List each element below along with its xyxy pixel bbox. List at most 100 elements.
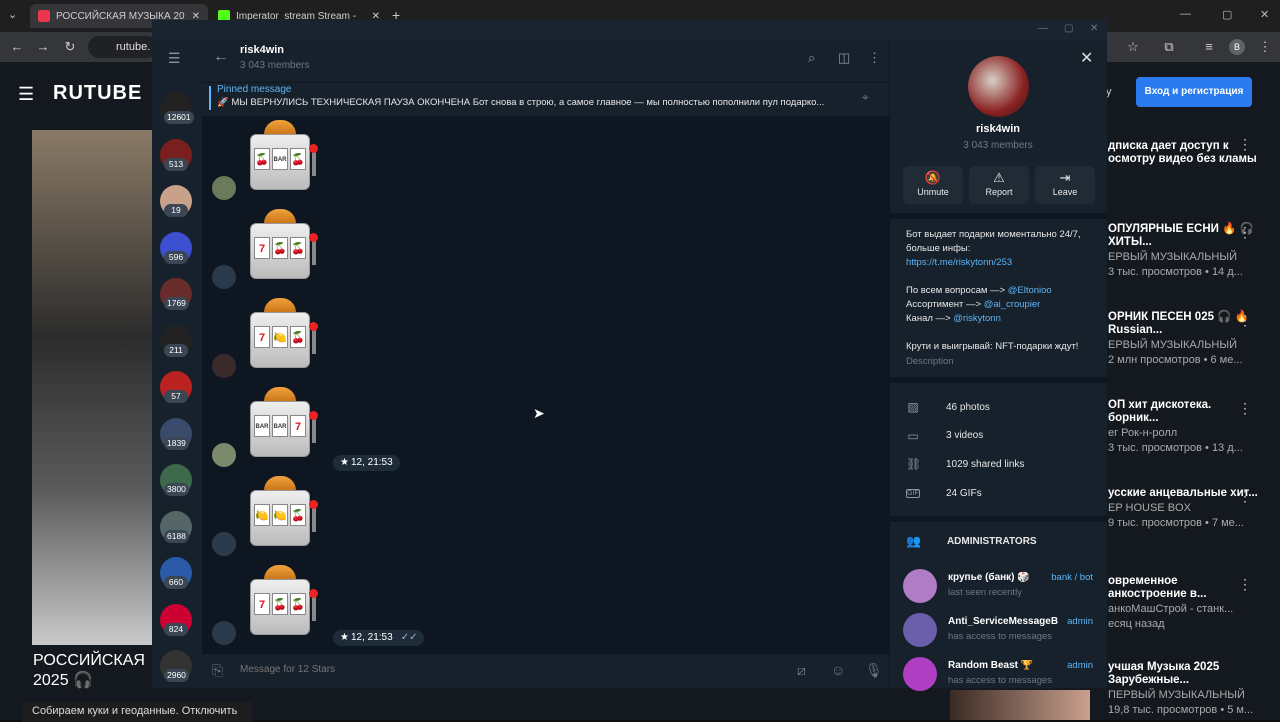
maximize-icon[interactable]: ▢ <box>1222 8 1232 21</box>
more-icon[interactable]: ⋮ <box>1238 224 1252 241</box>
address-bar[interactable]: rutube. <box>88 36 158 58</box>
microphone-icon[interactable]: 🎙 <box>865 662 883 679</box>
unmute-button[interactable]: 🔕 Unmute <box>903 166 963 204</box>
shared-media-label: 24 GIFs <box>946 487 982 499</box>
browser-menu-icon[interactable]: ⋮ <box>1256 38 1274 56</box>
shared-media-row[interactable]: ⛓ 1029 shared links <box>906 454 1024 474</box>
sender-avatar[interactable] <box>212 621 236 645</box>
channel-avatar[interactable] <box>968 56 1029 117</box>
minimize-icon[interactable]: — <box>1180 8 1191 20</box>
chat-member-count: 3 043 members <box>240 60 310 71</box>
bookmark-star-icon[interactable]: ☆ <box>1124 38 1142 56</box>
slot-machine-sticker[interactable]: 🍒 BAR 🍒 <box>248 120 322 196</box>
bot-commands-icon[interactable]: ⧄ <box>797 662 806 679</box>
slot-reel: 🍒 <box>254 148 270 170</box>
slot-machine-sticker[interactable]: 🍋 🍋 🍒 <box>248 476 322 552</box>
more-icon[interactable]: ⋮ <box>1238 400 1252 417</box>
slot-machine-sticker[interactable]: 7 🍋 🍒 <box>248 298 322 374</box>
administrators-header: 👥 ADMINISTRATORS <box>906 534 1037 548</box>
side-channel: анкоМашСтрой - станк... <box>1108 603 1234 615</box>
back-icon[interactable]: ← <box>8 38 26 56</box>
side-video[interactable]: ОПУЛЯРНЫЕ ЕСНИ 🔥 🎧 ХИТЫ... ЕРВЫЙ МУЗЫКАЛЬ… <box>1108 223 1258 279</box>
admin-row[interactable]: Random Beast 🏆 has access to messages admi… <box>903 657 1103 695</box>
search-icon[interactable]: ⌕ <box>808 50 815 66</box>
forward-icon[interactable]: → <box>34 38 52 56</box>
description-link[interactable]: https://t.me/riskytonn/253 <box>906 257 1012 268</box>
more-options-icon[interactable]: ⋮ <box>868 50 881 66</box>
reload-icon[interactable]: ↻ <box>61 38 79 56</box>
leave-label: Leave <box>1052 187 1078 197</box>
slot-reel: 🍒 <box>290 326 306 348</box>
login-button[interactable]: Вход и регистрация <box>1136 77 1252 107</box>
video-player[interactable] <box>32 130 154 645</box>
cookie-banner[interactable]: Собираем куки и геоданные. Отключить <box>22 702 252 722</box>
slot-reel: 🍒 <box>290 237 306 259</box>
tab-list-icon[interactable]: ⌄ <box>8 8 17 21</box>
emoji-icon[interactable]: ☺ <box>831 662 845 678</box>
admin-name: крупье (банк) 🎲 <box>948 572 1030 583</box>
slot-reel: BAR <box>272 148 288 170</box>
hamburger-menu-icon[interactable]: ☰ <box>168 50 181 67</box>
description-line: Бот выдает подарки моментально 24/7, бол… <box>906 228 1102 256</box>
more-icon[interactable]: ⋮ <box>1238 488 1252 505</box>
description-link[interactable]: @riskytonn <box>953 313 1001 324</box>
leave-button[interactable]: ⇥ Leave <box>1035 166 1095 204</box>
divider <box>889 213 1107 219</box>
side-video[interactable]: усские анцевальные хит... EP HOUSE BOX 9 т… <box>1108 487 1258 530</box>
sender-avatar[interactable] <box>212 443 236 467</box>
admin-name: Random Beast 🏆 <box>948 660 1034 671</box>
side-video[interactable]: ОП хит дискотека. борник... ег Рок-н-ролл… <box>1108 399 1258 455</box>
hamburger-menu-icon[interactable]: ☰ <box>18 84 34 105</box>
sender-avatar[interactable] <box>212 354 236 378</box>
more-icon[interactable]: ⋮ <box>1238 312 1252 329</box>
side-video[interactable]: ОРНИК ПЕСЕН 025 🎧 🔥 Russian... ЕРВЫЙ МУЗЫ… <box>1108 311 1258 367</box>
slot-lever-icon <box>312 328 316 354</box>
chat-title[interactable]: risk4win <box>240 44 284 56</box>
slot-machine-sticker[interactable]: BAR BAR 7 <box>248 387 322 463</box>
close-window-icon[interactable]: ✕ <box>1090 23 1098 34</box>
shared-media-row[interactable]: GIF 24 GIFs <box>906 483 982 503</box>
side-video[interactable]: учшая Музыка 2025 Зарубежные... ПЕРВЫЙ МУ… <box>1108 661 1258 717</box>
rutube-logo[interactable]: RUTUBE <box>53 82 142 105</box>
channel-member-count: 3 043 members <box>963 140 1033 151</box>
back-arrow-icon[interactable]: ← <box>213 48 229 66</box>
slot-reel: 🍒 <box>290 148 306 170</box>
description-link[interactable]: @Eltonioo <box>1008 285 1052 296</box>
side-promo[interactable]: дписка дает доступ к осмотру видео без к… <box>1108 140 1258 166</box>
slot-reel: 🍒 <box>272 237 288 259</box>
more-icon[interactable]: ⋮ <box>1238 576 1252 593</box>
shared-media-row[interactable]: ▨ 46 photos <box>906 397 990 417</box>
side-title: учшая Музыка 2025 Зарубежные... <box>1108 661 1220 686</box>
side-video[interactable]: овременное анкостроение в... анкоМашСтрой… <box>1108 575 1258 631</box>
description-line: Ассортимент —> @ai_croupier <box>906 298 1102 312</box>
slot-lever-knob <box>309 233 318 242</box>
timestamp-text: 12, 21:53 <box>350 632 393 643</box>
more-icon[interactable]: ⋮ <box>1238 136 1252 153</box>
media-icon[interactable]: ≡ <box>1200 38 1218 56</box>
admin-row[interactable]: крупье (банк) 🎲 last seen recently bank / … <box>903 569 1103 607</box>
profile-avatar[interactable]: B <box>1229 39 1245 55</box>
shared-media-row[interactable]: ▭ 3 videos <box>906 426 983 446</box>
administrators-title: ADMINISTRATORS <box>946 535 1037 547</box>
slot-lever-icon <box>312 506 316 532</box>
close-window-icon[interactable]: ✕ <box>1260 8 1269 21</box>
sender-avatar[interactable] <box>212 532 236 556</box>
sidebar-toggle-icon[interactable]: ◫ <box>838 50 850 66</box>
close-icon[interactable]: ✕ <box>1080 48 1093 68</box>
sender-avatar[interactable] <box>212 176 236 200</box>
maximize-icon[interactable]: ▢ <box>1064 23 1073 34</box>
minimize-icon[interactable]: — <box>1038 23 1048 34</box>
chat-list-sidebar <box>152 40 202 688</box>
pinned-list-icon[interactable]: ⌖ <box>862 90 869 105</box>
report-button[interactable]: ⚠ Report <box>969 166 1029 204</box>
admin-row[interactable]: Anti_ServiceMessageB... has access to mes… <box>903 613 1103 651</box>
message-input[interactable] <box>240 664 760 675</box>
description-text: Канал —> <box>906 313 954 324</box>
slot-reel: 7 <box>254 237 270 259</box>
description-link[interactable]: @ai_croupier <box>984 299 1041 310</box>
slot-machine-sticker[interactable]: 7 🍒 🍒 <box>248 565 322 641</box>
attach-icon[interactable]: ⎘ <box>212 662 223 679</box>
slot-machine-sticker[interactable]: 7 🍒 🍒 <box>248 209 322 285</box>
extensions-icon[interactable]: ⧉ <box>1160 38 1178 56</box>
sender-avatar[interactable] <box>212 265 236 289</box>
